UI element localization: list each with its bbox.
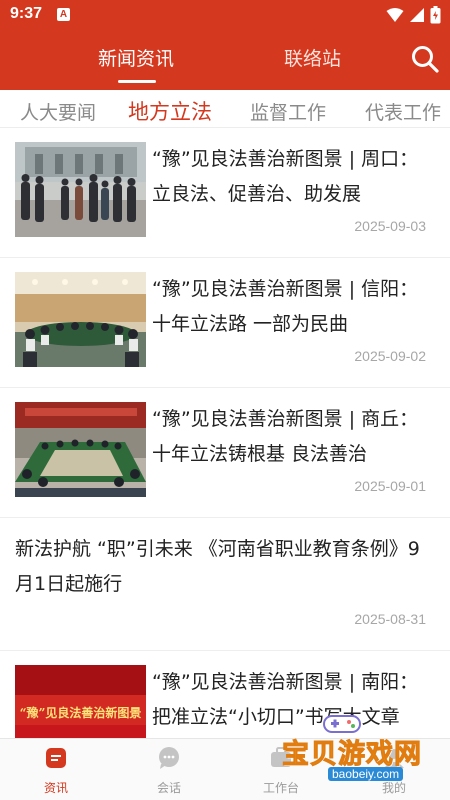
tab-news[interactable]: 新闻资讯 [98, 44, 174, 71]
nav-news[interactable]: 资讯 [0, 739, 112, 800]
news-item[interactable]: 新法护航 “职”引未来 《河南省职业教育条例》9月1日起施行 2025-08-3… [0, 518, 450, 651]
news-date: 2025-09-03 [354, 218, 426, 234]
watermark-text: 宝贝游戏网 [282, 739, 422, 771]
nav-label: 会话 [156, 781, 181, 795]
tab-contact-station[interactable]: 联络站 [284, 44, 341, 71]
news-date: 2025-09-01 [354, 478, 426, 494]
signal-icon [410, 8, 424, 22]
category-tabs: 人大要闻 地方立法 监督工作 代表工作 [0, 90, 450, 128]
news-title: “豫”见良法善治新图景 | 周口：立良法、促善治、助发展 [152, 148, 419, 205]
watermark-url: baobeiy.com [328, 767, 404, 781]
news-title: 新法护航 “职”引未来 《河南省职业教育条例》9月1日起施行 [15, 538, 420, 595]
status-icons [386, 6, 441, 24]
news-thumbnail [15, 142, 146, 237]
status-bar: 9:37 A [0, 0, 450, 30]
news-title: “豫”见良法善治新图景 | 信阳：十年立法路 一部为民曲 [152, 278, 419, 335]
news-list: “豫”见良法善治新图景 | 周口：立良法、促善治、助发展 2025-09-03 … [0, 128, 450, 738]
news-icon [46, 748, 66, 768]
app-header: 9:37 A 新闻资讯 联络站 [0, 0, 450, 90]
notification-icon: A [57, 8, 70, 21]
news-item[interactable]: “豫”见良法善治新图景 | 周口：立良法、促善治、助发展 2025-09-03 [0, 128, 450, 258]
battery-icon [430, 6, 441, 24]
news-title: “豫”见良法善治新图景 | 商丘：十年立法铸根基 良法善治 [152, 408, 419, 465]
news-thumbnail [15, 272, 146, 367]
news-item[interactable]: “豫”见良法善治新图景 | 信阳：十年立法路 一部为民曲 2025-09-02 [0, 258, 450, 388]
nav-label: 资讯 [43, 781, 68, 795]
wifi-icon [386, 8, 404, 22]
chat-icon [159, 747, 179, 769]
search-button[interactable] [410, 44, 440, 74]
banner-text: “豫”见良法善治新图景 [20, 705, 142, 720]
news-date: 2025-08-31 [354, 611, 426, 627]
active-tab-indicator [118, 80, 156, 83]
category-tab-npc-news[interactable]: 人大要闻 [20, 98, 96, 125]
category-tab-local-legislation[interactable]: 地方立法 [128, 96, 212, 126]
category-tab-deputy-work[interactable]: 代表工作 [365, 98, 441, 125]
nav-chat[interactable]: 会话 [113, 739, 225, 800]
news-item[interactable]: “豫”见良法善治新图景 | 商丘：十年立法铸根基 良法善治 2025-09-01 [0, 388, 450, 518]
news-date: 2025-09-02 [354, 348, 426, 364]
search-icon [412, 46, 439, 73]
category-tab-supervision[interactable]: 监督工作 [250, 98, 326, 125]
news-thumbnail: “豫”见良法善治新图景 [15, 665, 146, 738]
status-time: 9:37 [10, 5, 43, 22]
news-thumbnail [15, 402, 146, 497]
watermark: 宝贝游戏网 baobeiy.com [268, 712, 450, 800]
